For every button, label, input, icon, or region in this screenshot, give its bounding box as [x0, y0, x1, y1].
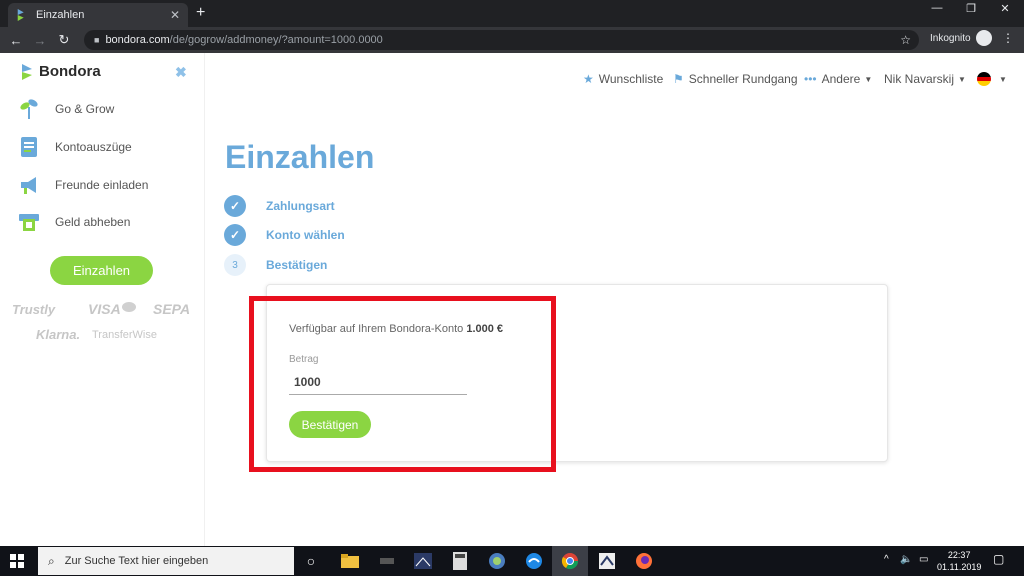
- step-payment-method: ✓ Zahlungsart: [224, 195, 335, 217]
- tab-close-icon[interactable]: ✕: [170, 8, 180, 22]
- tray-chevron-icon[interactable]: ^: [884, 554, 889, 565]
- address-bar[interactable]: ■ bondora.com/de/gogrow/addmoney/?amount…: [84, 30, 919, 50]
- sidebar-item-label: Geld abheben: [55, 215, 131, 229]
- browser-tab[interactable]: Einzahlen ✕: [8, 3, 188, 27]
- step-label: Zahlungsart: [266, 199, 335, 213]
- wishlist-link[interactable]: ★ Wunschliste: [583, 72, 663, 86]
- atm-icon: [18, 211, 40, 233]
- url-host: bondora.com: [105, 34, 170, 46]
- lock-icon: ■: [94, 35, 100, 45]
- chevron-down-icon: ▼: [999, 74, 1007, 84]
- file-explorer-icon[interactable]: [339, 551, 361, 571]
- browser-tabstrip: Einzahlen ✕ + — ❐ ✕: [0, 0, 1024, 27]
- megaphone-icon: [18, 174, 40, 196]
- sprout-icon: [18, 98, 40, 120]
- notification-icon[interactable]: ▢: [993, 552, 1004, 566]
- sidebar: Bondora ✖ Go & Grow Kontoauszüge Freunde…: [0, 53, 205, 546]
- brand-name: Bondora: [39, 63, 101, 80]
- checkmark-icon: ✓: [224, 224, 246, 246]
- calculator-icon[interactable]: [449, 551, 471, 571]
- restore-button[interactable]: ❐: [956, 2, 986, 15]
- volume-icon[interactable]: 🔈: [900, 554, 912, 565]
- step-label: Konto wählen: [266, 228, 345, 242]
- window-close-button[interactable]: ✕: [990, 2, 1020, 15]
- windows-start-icon[interactable]: [10, 554, 24, 568]
- document-icon: [18, 136, 40, 158]
- step-number: 3: [224, 254, 246, 276]
- bondora-favicon-icon: [17, 9, 24, 21]
- sidebar-deposit-button[interactable]: Einzahlen: [50, 256, 153, 285]
- user-menu[interactable]: Nik Navarskij ▼: [884, 72, 966, 86]
- firefox-icon[interactable]: [633, 551, 655, 571]
- search-icon: ⌕: [48, 553, 55, 568]
- sidebar-item-go-grow[interactable]: Go & Grow: [18, 98, 114, 120]
- page-title: Einzahlen: [225, 139, 375, 175]
- page-content: Bondora ✖ Go & Grow Kontoauszüge Freunde…: [0, 53, 1024, 546]
- chevron-down-icon: ▼: [958, 74, 966, 84]
- visa-logo: VISA: [88, 301, 121, 317]
- transferwise-logo: TransferWise: [92, 329, 157, 341]
- back-arrow-icon[interactable]: ←: [4, 33, 28, 48]
- chevron-down-icon: ▼: [864, 74, 873, 84]
- sidebar-item-withdraw[interactable]: Geld abheben: [18, 211, 130, 233]
- incognito-icon[interactable]: [976, 30, 992, 46]
- app-icon-4[interactable]: [523, 551, 545, 571]
- user-name: Nik Navarskij: [884, 72, 955, 86]
- app-icon-2[interactable]: [412, 551, 434, 571]
- battery-icon[interactable]: ▭: [919, 554, 928, 565]
- bondora-mark-icon: [22, 63, 32, 80]
- more-menu[interactable]: ••• Andere ▼: [804, 72, 872, 86]
- sepa-logo: SEPA: [153, 301, 191, 317]
- sidebar-item-label: Kontoauszüge: [55, 140, 132, 154]
- dots-icon: •••: [804, 72, 817, 86]
- app-icon-3[interactable]: [486, 551, 508, 571]
- trustly-logo: Trustly: [12, 302, 56, 317]
- language-menu[interactable]: ▼: [977, 72, 1007, 86]
- sidebar-item-label: Go & Grow: [55, 102, 115, 116]
- sidebar-item-label: Freunde einladen: [55, 178, 149, 192]
- clock-date: 01.11.2019: [937, 562, 982, 572]
- mastercard-icon: [122, 302, 136, 312]
- browser-menu-icon[interactable]: ⋮: [1002, 31, 1014, 45]
- reload-icon[interactable]: ↻: [52, 32, 76, 48]
- more-label: Andere: [821, 72, 861, 86]
- clock-time: 22:37: [947, 550, 971, 560]
- step-choose-account: ✓ Konto wählen: [224, 224, 345, 246]
- sidebar-close-icon[interactable]: ✖: [175, 64, 187, 81]
- checkmark-icon: ✓: [224, 195, 246, 217]
- windows-taskbar: ⌕ Zur Suche Text hier eingeben ○ ^ 🔈 ▭ 2…: [0, 546, 1024, 576]
- taskbar-search-placeholder: Zur Suche Text hier eingeben: [64, 555, 209, 567]
- new-tab-button[interactable]: +: [196, 4, 205, 22]
- wishlist-label: Wunschliste: [598, 72, 664, 86]
- sidebar-item-invite[interactable]: Freunde einladen: [18, 174, 148, 196]
- star-icon: ★: [583, 72, 594, 86]
- browser-toolbar: ← → ↻ ■ bondora.com/de/gogrow/addmoney/?…: [0, 27, 1024, 53]
- flag-icon: ⚑: [673, 72, 684, 86]
- url-path: /de/gogrow/addmoney/?amount=1000.0000: [169, 34, 383, 46]
- tab-title: Einzahlen: [36, 9, 85, 21]
- task-view-icon[interactable]: ○: [300, 551, 322, 571]
- bookmark-star-icon[interactable]: ☆: [900, 33, 911, 47]
- chrome-icon[interactable]: [559, 551, 581, 571]
- red-highlight-box: [249, 296, 556, 472]
- minimize-button[interactable]: —: [922, 2, 952, 14]
- klarna-logo: Klarna.: [36, 327, 81, 342]
- step-confirm: 3 Bestätigen: [224, 254, 327, 276]
- app-icon-1[interactable]: [376, 551, 398, 571]
- sidebar-item-statements[interactable]: Kontoauszüge: [18, 136, 132, 158]
- taskbar-search-box[interactable]: ⌕ Zur Suche Text hier eingeben: [38, 547, 294, 575]
- step-label: Bestätigen: [266, 258, 328, 272]
- app-icon-5[interactable]: [596, 551, 618, 571]
- forward-arrow-icon[interactable]: →: [28, 33, 52, 48]
- quick-tour-label: Schneller Rundgang: [688, 72, 798, 86]
- quick-tour-link[interactable]: ⚑ Schneller Rundgang: [673, 72, 798, 86]
- taskbar-clock[interactable]: 22:37 01.11.2019: [937, 549, 981, 573]
- german-flag-icon: [977, 72, 991, 86]
- bondora-logo[interactable]: Bondora: [22, 63, 101, 80]
- incognito-label: Inkognito: [930, 33, 971, 44]
